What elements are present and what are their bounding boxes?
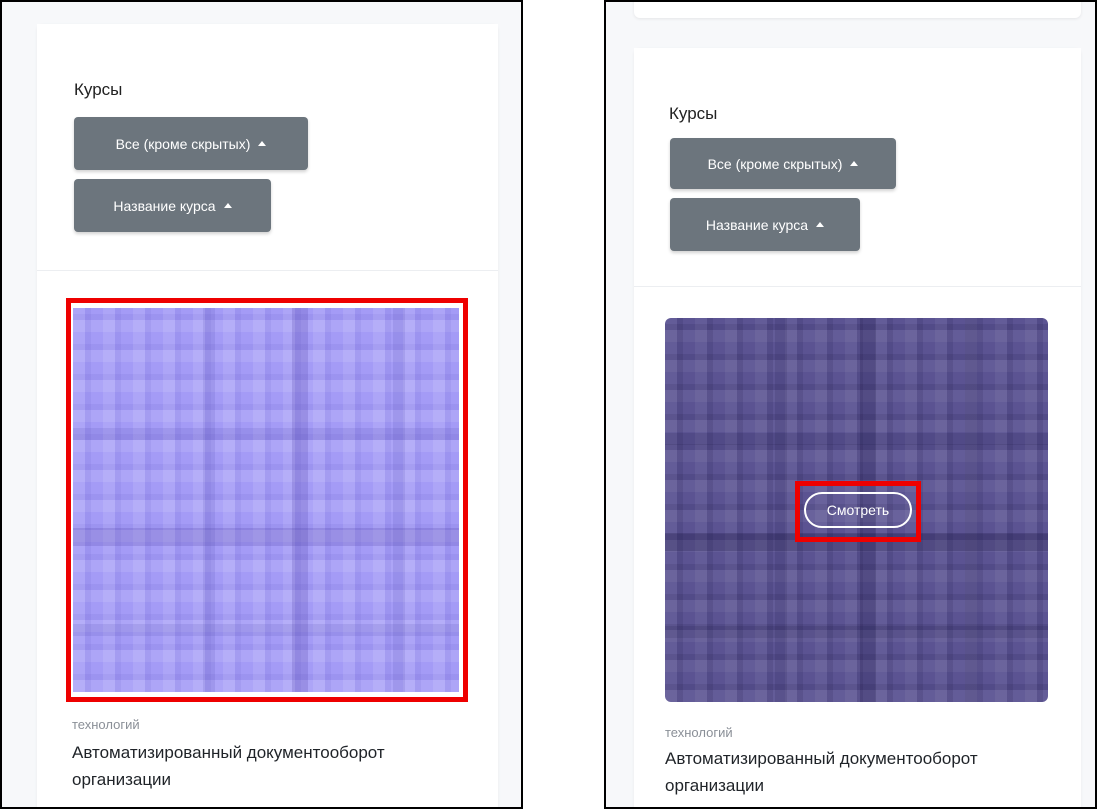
course-list-card: Курсы Все (кроме скрытых) Название курса… xyxy=(634,48,1081,807)
visibility-filter-label: Все (кроме скрытых) xyxy=(707,155,843,172)
sort-dropdown[interactable]: Название курса xyxy=(74,179,271,232)
pattern-stripe xyxy=(73,624,459,636)
filters-header: Курсы Все (кроме скрытых) Название курса xyxy=(634,48,1081,287)
pattern-stripe xyxy=(665,626,1048,638)
visibility-filter-label: Все (кроме скрытых) xyxy=(115,135,251,152)
course-category: технологий xyxy=(72,717,140,732)
pattern-stripe xyxy=(965,318,977,702)
caret-up-icon xyxy=(258,141,267,146)
course-title-line2: организации xyxy=(665,776,765,795)
course-thumbnail[interactable] xyxy=(73,308,459,692)
visibility-filter-dropdown[interactable]: Все (кроме скрытых) xyxy=(74,117,308,170)
pattern-stripe xyxy=(665,433,1048,445)
pattern-stripe xyxy=(665,533,1048,551)
courses-heading: Курсы xyxy=(74,80,123,99)
caret-up-icon xyxy=(850,161,859,166)
caret-up-icon xyxy=(223,203,232,208)
view-course-button[interactable]: Смотреть xyxy=(804,492,912,528)
course-title-line2: организации xyxy=(72,770,172,789)
course-title[interactable]: Автоматизированный документооборот орган… xyxy=(665,745,978,799)
left-screenshot-panel: Курсы Все (кроме скрытых) Название курса… xyxy=(0,0,523,809)
filters-header: Курсы Все (кроме скрытых) Название курса xyxy=(37,24,498,271)
course-category: технологий xyxy=(665,725,733,740)
course-title[interactable]: Автоматизированный документооборот орган… xyxy=(72,739,385,793)
sort-dropdown[interactable]: Название курса xyxy=(670,198,860,251)
caret-up-icon xyxy=(816,222,825,227)
sort-label: Название курса xyxy=(705,216,809,233)
course-thumbnail-hover[interactable]: Смотреть xyxy=(665,318,1048,702)
pattern-stripe xyxy=(775,318,787,702)
pattern-stripe xyxy=(73,528,459,546)
right-screenshot-panel: Курсы Все (кроме скрытых) Название курса… xyxy=(604,0,1097,809)
courses-heading: Курсы xyxy=(669,104,718,123)
sort-label: Название курса xyxy=(113,197,216,214)
visibility-filter-dropdown[interactable]: Все (кроме скрытых) xyxy=(670,138,896,189)
course-list-card: Курсы Все (кроме скрытых) Название курса… xyxy=(37,24,498,807)
course-title-line1: Автоматизированный документооборот xyxy=(665,749,978,768)
course-title-line1: Автоматизированный документооборот xyxy=(72,743,385,762)
pattern-stripe xyxy=(73,428,459,440)
previous-card-edge xyxy=(634,2,1081,18)
